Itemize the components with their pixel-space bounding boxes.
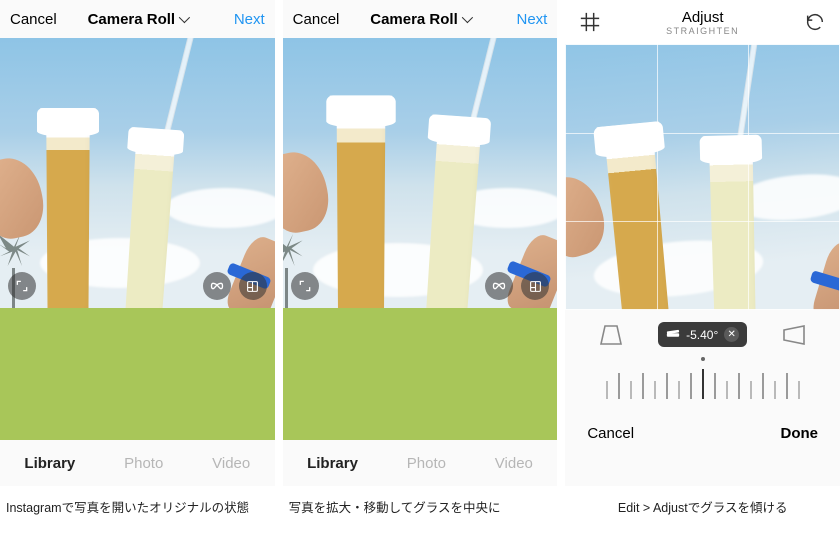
album-title: Camera Roll: [88, 11, 176, 28]
panel-1: Cancel Camera Roll Next: [0, 0, 275, 518]
perspective-horizontal-icon[interactable]: [781, 323, 807, 347]
crop-grid-icon[interactable]: [577, 9, 603, 35]
collage-icon[interactable]: [239, 272, 267, 300]
cancel-button[interactable]: Cancel: [293, 11, 353, 28]
bottom-tabs: Library Photo Video: [283, 440, 558, 486]
tab-video[interactable]: Video: [212, 455, 250, 472]
adjust-title: Adjust: [666, 9, 739, 26]
adjust-done-button[interactable]: Done: [781, 425, 819, 442]
album-picker[interactable]: Camera Roll: [70, 11, 205, 28]
tab-library[interactable]: Library: [307, 455, 358, 472]
bottom-tabs: Library Photo Video: [0, 440, 275, 486]
perspective-vertical-icon[interactable]: [598, 323, 624, 347]
straighten-ruler[interactable]: [606, 365, 800, 399]
photo-preview[interactable]: [565, 44, 840, 310]
collage-icon[interactable]: [521, 272, 549, 300]
photo-preview[interactable]: [0, 38, 275, 308]
tab-photo[interactable]: Photo: [124, 455, 163, 472]
clear-angle-icon[interactable]: ✕: [724, 327, 739, 342]
tab-photo[interactable]: Photo: [407, 455, 446, 472]
infinity-icon[interactable]: [485, 272, 513, 300]
thumbnail-strip[interactable]: [0, 308, 275, 440]
thumbnail-strip[interactable]: [283, 308, 558, 440]
tab-video[interactable]: Video: [495, 455, 533, 472]
caption: Edit > Adjustでグラスを傾ける: [565, 486, 840, 518]
chevron-down-icon: [179, 12, 190, 23]
infinity-icon[interactable]: [203, 272, 231, 300]
album-picker[interactable]: Camera Roll: [353, 11, 488, 28]
angle-indicator[interactable]: -5.40° ✕: [658, 322, 747, 347]
chevron-down-icon: [462, 12, 473, 23]
caption: 写真を拡大・移動してグラスを中央に: [283, 486, 558, 518]
next-button[interactable]: Next: [205, 11, 265, 28]
expand-icon[interactable]: [291, 272, 319, 300]
caption: Instagramで写真を開いたオリジナルの状態: [0, 486, 275, 518]
adjust-subtitle: STRAIGHTEN: [666, 26, 739, 36]
topbar: Cancel Camera Roll Next: [283, 0, 558, 38]
expand-icon[interactable]: [8, 272, 36, 300]
adjust-cancel-button[interactable]: Cancel: [587, 425, 634, 442]
angle-value: -5.40°: [686, 328, 718, 342]
panel-3: Adjust STRAIGHTEN: [565, 0, 840, 518]
next-button[interactable]: Next: [487, 11, 547, 28]
topbar: Adjust STRAIGHTEN: [565, 0, 840, 44]
tab-library[interactable]: Library: [24, 455, 75, 472]
photo-preview[interactable]: [283, 38, 558, 308]
album-title: Camera Roll: [370, 11, 458, 28]
ruler-center-dot: [701, 357, 705, 361]
panel-2: Cancel Camera Roll Next: [283, 0, 558, 518]
undo-icon[interactable]: [802, 9, 828, 35]
topbar: Cancel Camera Roll Next: [0, 0, 275, 38]
level-icon: [666, 329, 680, 341]
cancel-button[interactable]: Cancel: [10, 11, 70, 28]
